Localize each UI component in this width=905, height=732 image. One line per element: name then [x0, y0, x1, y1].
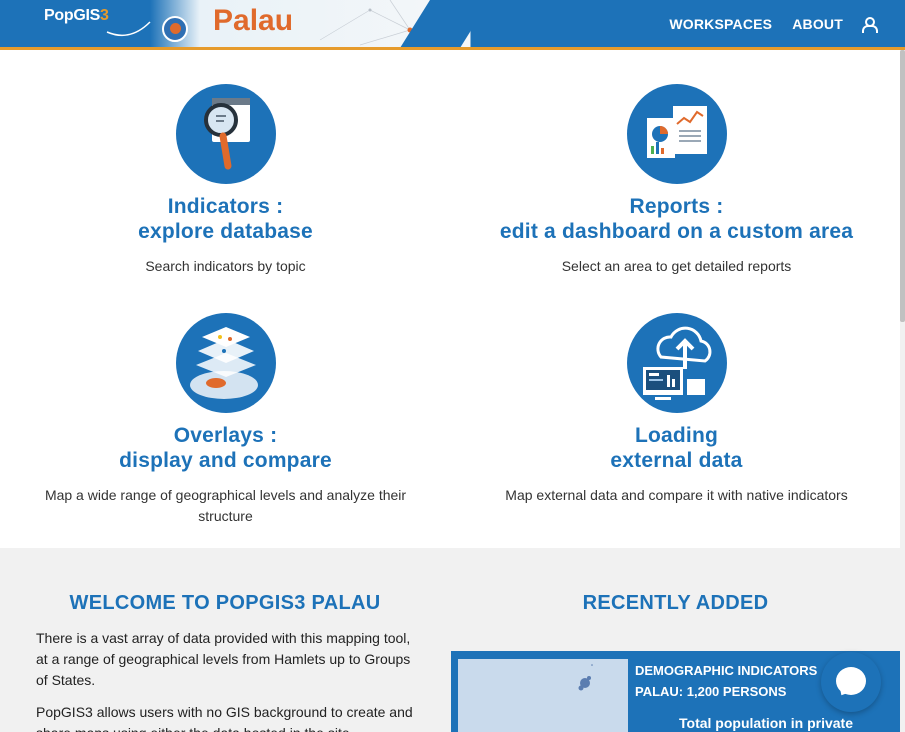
nav-workspaces[interactable]: WORKSPACES [669, 16, 772, 32]
feature-title-line2: display and compare [119, 449, 332, 472]
feature-title-line1: Loading [634, 424, 719, 447]
feature-loading[interactable]: Loading external data Map external data … [451, 313, 902, 506]
brand-banner[interactable]: PopGIS3 Palau [0, 0, 500, 47]
welcome-paragraph: There is a vast array of data provided w… [36, 630, 411, 688]
nav-about[interactable]: ABOUT [792, 16, 843, 32]
recent-title: RECENTLY ADDED [582, 592, 769, 614]
feature-title-line1: Indicators : [167, 195, 284, 218]
feature-overlays[interactable]: Overlays : display and compare Map a wid… [0, 313, 451, 527]
country-name: Palau [213, 4, 294, 37]
welcome-text: There is a vast array of data provided w… [36, 628, 416, 732]
popgis-logo[interactable]: PopGIS3 [44, 7, 109, 25]
feature-title-line2: external data [610, 449, 743, 472]
top-header: PopGIS3 Palau WORKSPACES ABOUT [0, 0, 905, 50]
feature-reports[interactable]: Reports : edit a dashboard on a custom a… [451, 84, 902, 277]
info-section: WELCOME TO POPGIS3 PALAU There is a vast… [0, 548, 900, 732]
feature-description: Map a wide range of geographical levels … [44, 487, 407, 524]
feature-description: Map external data and compare it with na… [505, 487, 848, 503]
globe-icon [162, 16, 188, 42]
welcome-paragraph: PopGIS3 allows users with no GIS backgro… [36, 704, 413, 732]
magnifier-icon[interactable] [175, 84, 276, 184]
cloud-upload-icon[interactable] [626, 313, 727, 413]
feature-description: Search indicators by topic [145, 258, 306, 274]
reports-icon[interactable] [626, 84, 727, 184]
user-icon[interactable] [861, 17, 878, 33]
feature-title-line1: Overlays : [173, 424, 278, 447]
main-nav: WORKSPACES ABOUT [669, 16, 878, 33]
feature-title-line2: explore database [138, 220, 313, 243]
logo-swoosh [106, 21, 151, 37]
feature-title-line1: Reports : [629, 195, 724, 218]
chat-bubble-icon[interactable] [821, 652, 881, 712]
layers-icon[interactable] [175, 313, 276, 413]
welcome-title: WELCOME TO POPGIS3 PALAU [69, 592, 381, 614]
card-map-thumbnail[interactable] [458, 659, 628, 732]
feature-description: Select an area to get detailed reports [561, 258, 792, 274]
feature-indicators[interactable]: Indicators : explore database Search ind… [0, 84, 451, 277]
feature-title-line2: edit a dashboard on a custom area [499, 220, 854, 243]
card-headline: Total population in private [679, 715, 853, 731]
